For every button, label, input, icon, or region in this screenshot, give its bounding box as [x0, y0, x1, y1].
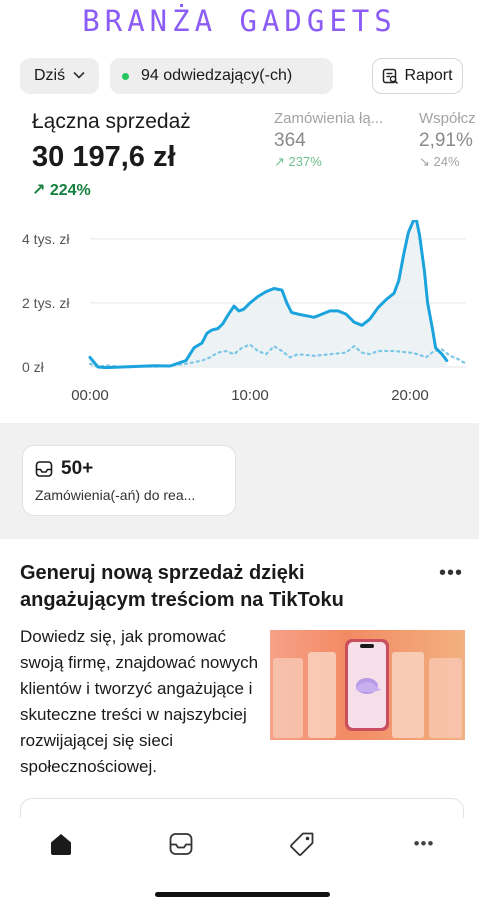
home-icon	[51, 834, 71, 855]
tag-icon	[290, 832, 314, 856]
orders-metric-value: 364	[274, 130, 306, 151]
inbox-icon	[35, 461, 53, 477]
more-icon: •••	[413, 834, 435, 853]
orders-metric-delta: ↗ 237%	[274, 154, 383, 170]
arrow-up-right-icon: ↗	[274, 154, 285, 169]
orders-card-label: Zamówienia(-ań) do rea...	[35, 487, 196, 503]
orders-to-fulfill-card[interactable]: 50+ Zamówienia(-ań) do rea...	[22, 445, 236, 516]
nav-products[interactable]	[280, 822, 324, 866]
date-filter-label: Dziś	[34, 67, 66, 84]
promo-text: Dowiedz się, jak promować swoją firmę, z…	[20, 627, 259, 776]
chart-y-tick-label: 0 zł	[22, 359, 45, 375]
total-sales-value: 30 197,6 zł	[32, 141, 176, 173]
total-sales-delta: ↗ 224%	[32, 180, 191, 200]
next-card-peek	[20, 798, 464, 818]
nav-home[interactable]	[39, 822, 83, 866]
bottom-navigation: •••	[0, 818, 479, 878]
orders-delta-value: 237%	[288, 154, 322, 169]
arrow-up-right-icon: ↗	[32, 182, 46, 199]
live-dot-icon	[122, 72, 129, 80]
home-indicator[interactable]	[155, 892, 330, 897]
report-label: Raport	[404, 67, 453, 84]
orders-card-value: 50+	[61, 458, 94, 479]
total-sales-delta-value: 224%	[49, 182, 91, 199]
promo-title: Generuj nową sprzedaż dzięki angażującym…	[20, 562, 344, 611]
conversion-metric-label: Współcz	[419, 110, 476, 127]
report-icon	[383, 68, 399, 84]
total-sales-metric[interactable]: Łączna sprzedaż 30 197,6 zł ↗ 224%	[32, 110, 191, 200]
sales-chart[interactable]: 4 tys. zł 2 tys. zł 0 zł 00:00 10:00 20:00	[0, 220, 479, 410]
chart-y-tick-label: 4 tys. zł	[22, 231, 70, 247]
conversion-metric-value: 2,91%	[419, 130, 473, 151]
conversion-metric[interactable]: Współcz 2,91% ↘ 24%	[419, 110, 476, 170]
date-filter-button[interactable]: Dziś	[20, 58, 99, 94]
orders-section: 50+ Zamówienia(-ań) do rea...	[0, 423, 479, 539]
chevron-down-icon	[73, 70, 85, 82]
conversion-metric-delta: ↘ 24%	[419, 154, 476, 170]
chart-x-tick-label: 00:00	[71, 387, 109, 404]
total-sales-label: Łączna sprzedaż	[32, 110, 191, 133]
toolbar: Dziś 94 odwiedzający(-ch) Raport	[20, 58, 463, 94]
inbox-icon	[169, 833, 193, 855]
chart-x-tick-label: 10:00	[231, 387, 269, 404]
chart-y-tick-label: 2 tys. zł	[22, 295, 70, 311]
visitors-label: 94 odwiedzający(-ch)	[141, 67, 293, 84]
phone-illustration	[273, 639, 462, 738]
nav-more[interactable]: •••	[402, 822, 446, 866]
arrow-down-right-icon: ↘	[419, 154, 430, 169]
orders-metric-label: Zamówienia łą...	[274, 110, 384, 127]
orders-metric[interactable]: Zamówienia łą... 364 ↗ 237%	[274, 110, 383, 170]
promo-image	[270, 630, 465, 740]
brand-title: BRANŻA GADGETS	[82, 4, 397, 38]
chart-x-tick-label: 20:00	[391, 387, 429, 404]
nav-orders[interactable]	[159, 822, 203, 866]
visitors-indicator[interactable]: 94 odwiedzający(-ch)	[110, 58, 333, 94]
promo-more-button[interactable]: •••	[439, 562, 463, 585]
report-button[interactable]: Raport	[372, 58, 463, 94]
conversion-delta-value: 24%	[433, 154, 460, 169]
